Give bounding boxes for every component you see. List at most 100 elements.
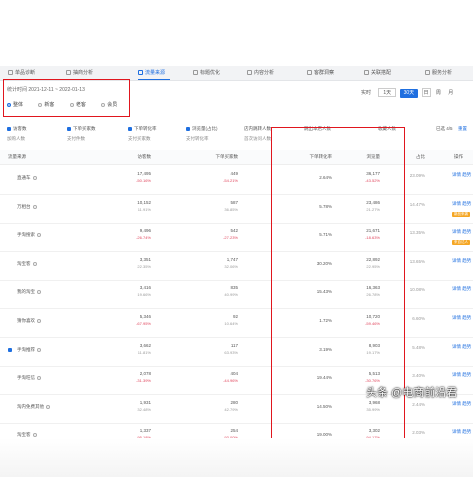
help-icon[interactable] bbox=[37, 376, 41, 381]
row-actions[interactable]: 详情 趋势 bbox=[452, 315, 471, 321]
help-icon[interactable] bbox=[32, 433, 37, 438]
metric-pay-buyers[interactable]: 支付买家数 bbox=[128, 136, 151, 142]
service-icon bbox=[425, 70, 430, 75]
metric-pay-conversion[interactable]: 支付转化率 bbox=[186, 136, 209, 142]
help-icon[interactable] bbox=[32, 261, 37, 266]
visitors-change: 19.66% bbox=[137, 292, 151, 298]
tab-content[interactable]: 内容分析 bbox=[247, 68, 274, 78]
metric-visitors[interactable]: 访客数 bbox=[7, 126, 27, 132]
buyers-change: 42.79% bbox=[224, 406, 238, 412]
buyers-change: 63.93% bbox=[224, 349, 238, 355]
source-name: 我的淘宝 bbox=[17, 289, 41, 295]
visitors-value: 9,496 bbox=[139, 228, 151, 234]
share-value: 13.65% bbox=[409, 258, 425, 264]
buyers-value: 449 bbox=[230, 171, 238, 176]
help-icon[interactable] bbox=[32, 204, 37, 209]
help-icon[interactable] bbox=[37, 290, 41, 295]
metric-first-visit[interactable]: 首次访问人数 bbox=[244, 136, 271, 142]
source-name: 淘内免费其他 bbox=[17, 404, 50, 410]
buyers-change: -54.21% bbox=[223, 178, 238, 183]
range-week[interactable]: 周 bbox=[434, 89, 443, 98]
visitors-value: 3,662 bbox=[139, 342, 151, 348]
help-icon[interactable] bbox=[37, 233, 41, 238]
row-actions[interactable]: 详情 趋势 bbox=[452, 286, 471, 292]
help-icon[interactable] bbox=[46, 404, 50, 409]
content-icon bbox=[247, 70, 252, 75]
row-actions[interactable]: 详情 趋势 bbox=[452, 172, 471, 178]
tab-audience[interactable]: 客群洞察 bbox=[307, 68, 334, 78]
th-buyers[interactable]: 下单买家数 bbox=[216, 154, 239, 160]
visitors-change: -26.74% bbox=[136, 235, 151, 241]
row-actions[interactable]: 详情 趋势 bbox=[452, 258, 471, 264]
flow-icon bbox=[138, 70, 143, 75]
buyers-value: 587 bbox=[230, 199, 238, 205]
selected-count: 已选 4/5 bbox=[436, 126, 453, 131]
title-icon bbox=[193, 70, 198, 75]
range-1d[interactable]: 1天 bbox=[378, 88, 397, 97]
buyers-value: 92 bbox=[232, 314, 238, 319]
reset-button[interactable]: 重置 bbox=[458, 126, 467, 132]
buyers-value: 254 bbox=[230, 428, 238, 434]
buyers-change: 10.64% bbox=[224, 321, 238, 326]
metric-pay-items[interactable]: 支付件数 bbox=[67, 136, 85, 142]
help-icon[interactable] bbox=[32, 176, 37, 180]
tab-competitor[interactable]: 抽商分析 bbox=[66, 68, 93, 78]
share-value: 13.35% bbox=[409, 230, 425, 236]
row-actions[interactable]: 详情 趋势 bbox=[452, 229, 471, 235]
row-actions[interactable]: 详情 趋势 bbox=[452, 201, 471, 207]
tab-traffic-source[interactable]: 流量来源 bbox=[138, 68, 165, 78]
checkbox-checked-icon bbox=[67, 127, 71, 131]
tab-item-diagnosis[interactable]: 单品诊断 bbox=[8, 68, 35, 78]
share-value: 3.40% bbox=[412, 373, 425, 379]
tab-title-optimize[interactable]: 标题优化 bbox=[193, 68, 220, 78]
help-icon[interactable] bbox=[37, 347, 41, 352]
metric-pageviews[interactable]: 浏览量(占比) bbox=[186, 126, 218, 132]
row-actions[interactable]: 详情 趋势 bbox=[452, 344, 471, 350]
chart-icon bbox=[66, 70, 71, 75]
range-month[interactable]: 月 bbox=[446, 89, 455, 98]
metric-add-cart[interactable]: 加购人数 bbox=[7, 136, 25, 142]
tab-service[interactable]: 服务分析 bbox=[425, 68, 452, 78]
visitors-change: -67.95% bbox=[136, 321, 151, 326]
source-name: 手淘旺信 bbox=[17, 375, 41, 381]
th-visitors[interactable]: 访客数 bbox=[138, 154, 152, 160]
visitors-value: 1,337 bbox=[139, 428, 151, 434]
tab-bundle[interactable]: 关联搭配 bbox=[364, 68, 391, 78]
source-name: 淘宝客 bbox=[17, 261, 37, 267]
visitors-change: 22.35% bbox=[137, 263, 151, 269]
visitors-change: 11.91% bbox=[137, 206, 151, 212]
buyers-value: 404 bbox=[230, 371, 238, 377]
row-checkbox-icon[interactable] bbox=[8, 347, 12, 352]
row-tag: 来自达人 bbox=[452, 240, 470, 246]
share-value: 2.03% bbox=[412, 430, 425, 436]
range-30d[interactable]: 30天 bbox=[399, 89, 419, 98]
buyers-value: 280 bbox=[230, 399, 238, 405]
highlight-box-columns bbox=[271, 127, 405, 449]
buyers-change: 36.85% bbox=[224, 206, 238, 212]
th-ops: 操作 bbox=[454, 154, 463, 159]
link-icon bbox=[364, 70, 369, 75]
buyers-change: -27.23% bbox=[223, 235, 238, 241]
row-actions[interactable]: 详情 趋势 bbox=[452, 372, 471, 378]
active-tab-indicator bbox=[138, 79, 170, 80]
share-value: 14.47% bbox=[409, 201, 425, 207]
user-icon bbox=[307, 70, 312, 75]
checkbox-checked-icon bbox=[186, 127, 190, 131]
source-name: 猜你喜欢 bbox=[17, 318, 41, 324]
row-actions[interactable]: 详情 趋势 bbox=[452, 401, 471, 407]
source-name: 手淘搜索 bbox=[17, 232, 41, 238]
visitors-value: 3,416 bbox=[139, 285, 151, 291]
buyers-value: 835 bbox=[230, 285, 238, 291]
metric-internal-jump[interactable]: 店内跳转人数 bbox=[244, 126, 271, 132]
range-day[interactable]: 日 bbox=[421, 88, 431, 97]
row-actions[interactable]: 详情 趋势 bbox=[452, 429, 471, 435]
range-realtime[interactable]: 实时 bbox=[357, 89, 375, 98]
visitors-change: -31.39% bbox=[136, 378, 151, 384]
visitors-change: 32.48% bbox=[137, 406, 151, 412]
help-icon[interactable] bbox=[37, 319, 41, 323]
checkbox-checked-icon bbox=[128, 127, 132, 131]
buyers-value: 1,747 bbox=[226, 256, 238, 262]
source-name: 手淘推荐 bbox=[17, 347, 41, 353]
metric-conversion[interactable]: 下单转化率 bbox=[128, 126, 157, 132]
metric-buyers[interactable]: 下单买家数 bbox=[67, 126, 96, 132]
